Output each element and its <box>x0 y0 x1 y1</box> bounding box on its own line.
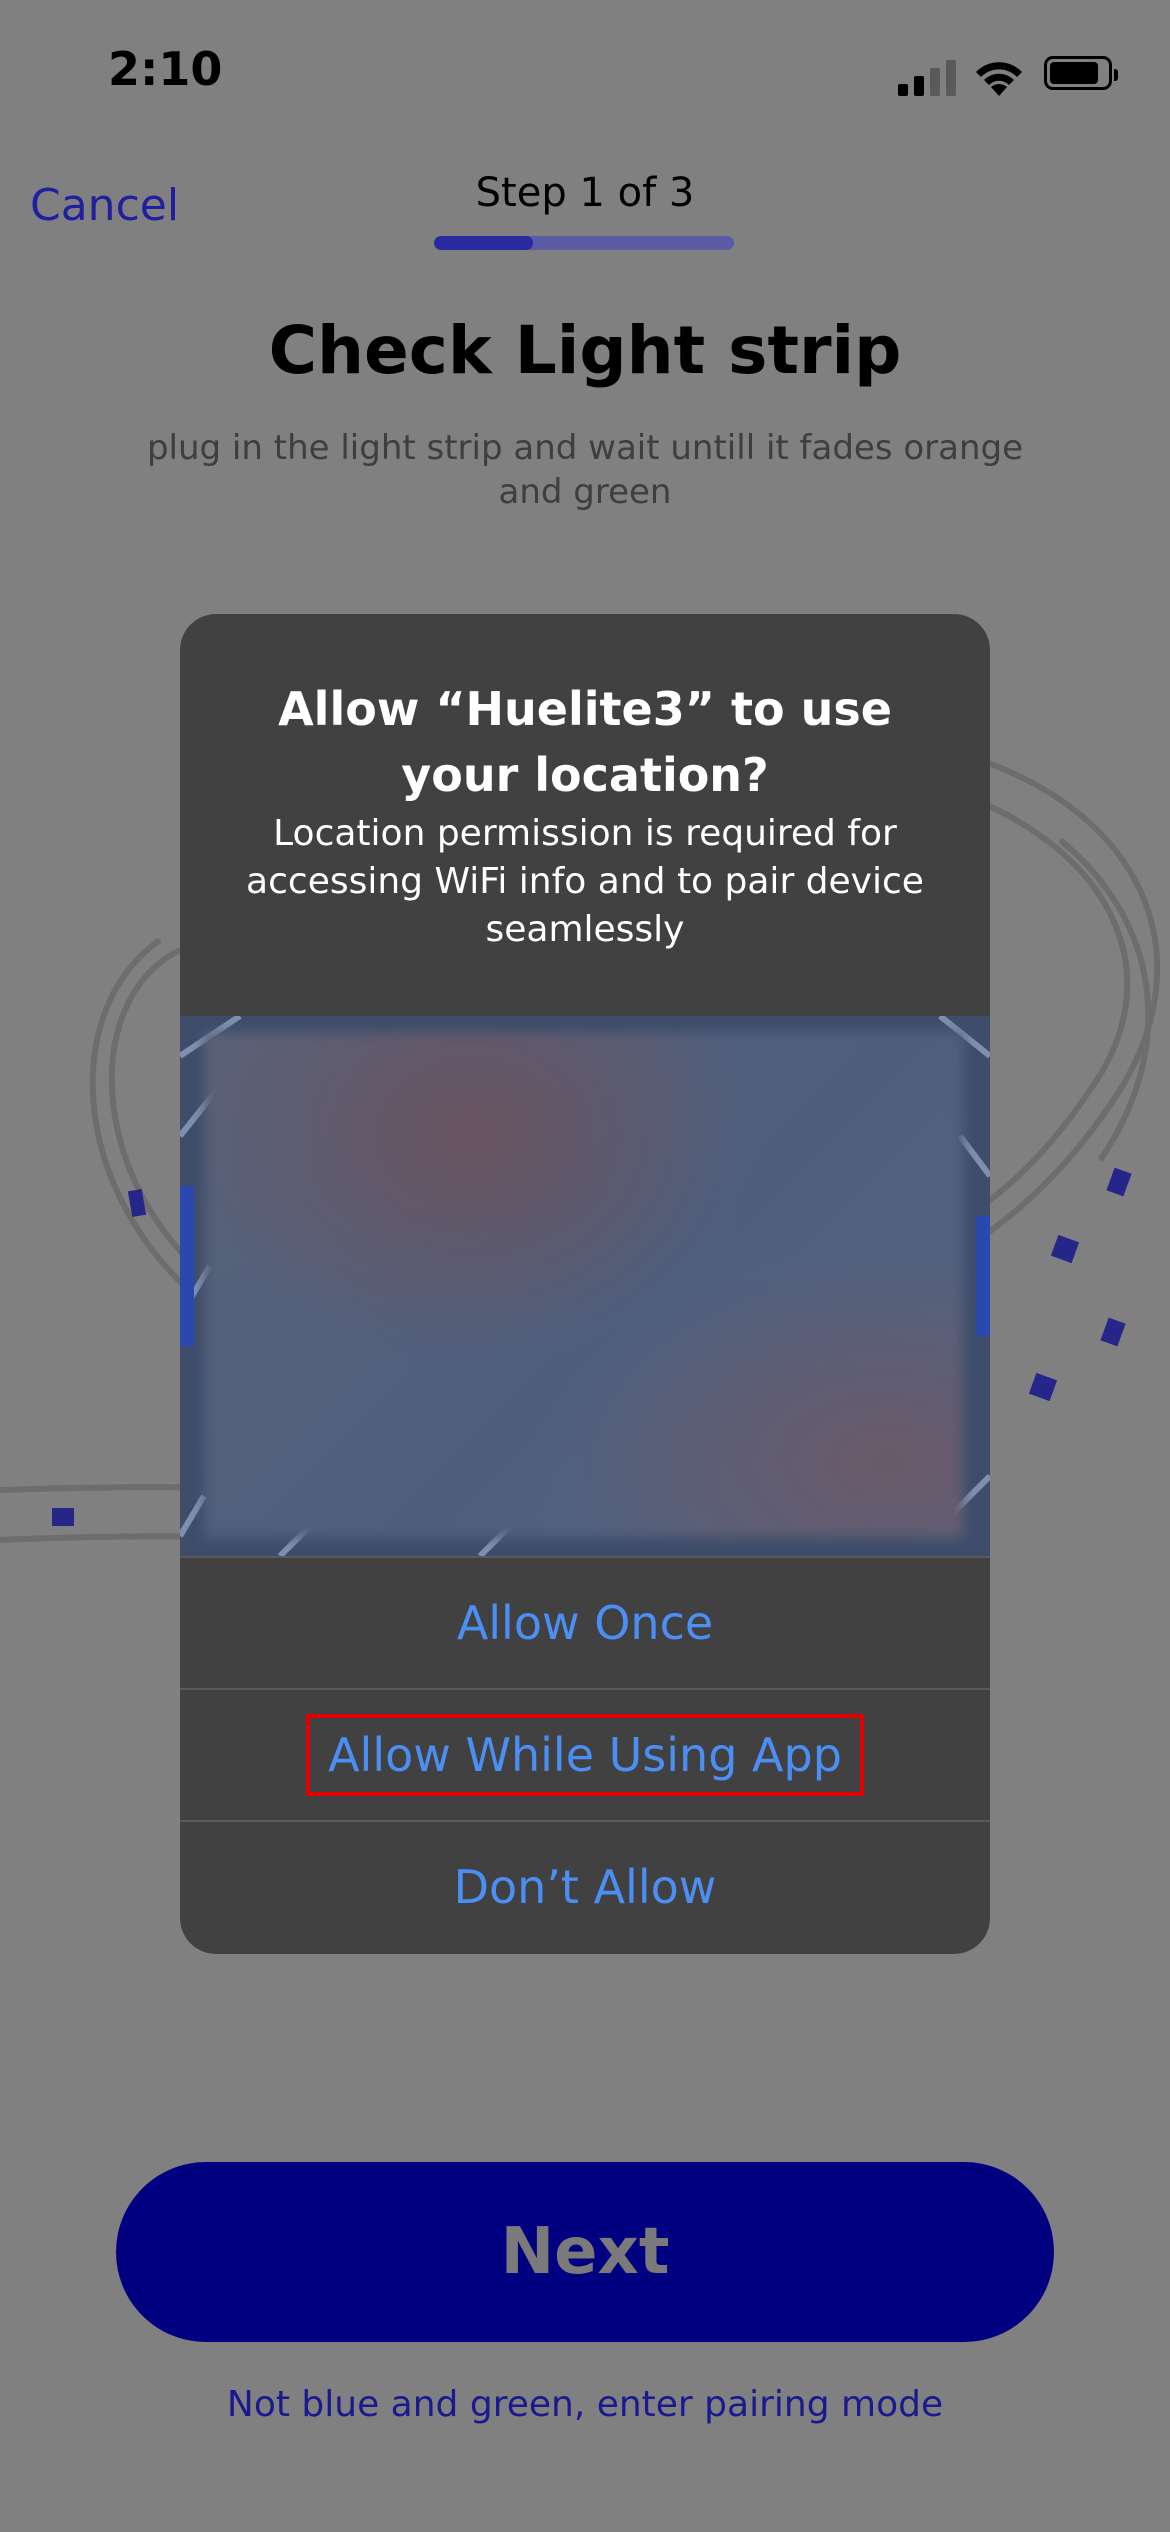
battery-icon <box>1044 56 1118 90</box>
status-bar: 2:10 <box>0 0 1170 140</box>
pairing-mode-link[interactable]: Not blue and green, enter pairing mode <box>0 2384 1170 2425</box>
alert-message: Location permission is required for acce… <box>246 813 924 950</box>
status-icons <box>898 52 1118 98</box>
dont-allow-label: Don’t Allow <box>453 1860 717 1914</box>
wifi-icon <box>976 62 1022 96</box>
alert-title: Allow “Huelite3” to use your location? <box>278 682 892 802</box>
page-title: Check Light strip <box>268 312 902 389</box>
alert-actions: Allow Once Allow While Using App Don’t A… <box>180 1556 990 1952</box>
next-button[interactable]: Next <box>116 2162 1054 2342</box>
dont-allow-button[interactable]: Don’t Allow <box>180 1820 990 1952</box>
step-progress-bar <box>434 236 734 250</box>
step-progress-fill <box>434 236 533 250</box>
page-subtitle: plug in the light strip and wait untill … <box>146 428 1024 512</box>
map-blur-region <box>204 1032 964 1538</box>
status-time: 2:10 <box>108 42 223 96</box>
pairing-screen: 2:10 Cancel Step 1 of 3 Check Light stri… <box>0 0 1170 2532</box>
cellular-signal-icon <box>898 60 958 96</box>
allow-once-label: Allow Once <box>456 1596 714 1650</box>
location-map-preview <box>180 1016 990 1556</box>
allow-while-using-app-label: Allow While Using App <box>306 1714 864 1796</box>
location-permission-alert: Allow “Huelite3” to use your location? L… <box>180 614 990 1954</box>
allow-while-using-app-button[interactable]: Allow While Using App <box>180 1688 990 1820</box>
step-indicator: Step 1 of 3 <box>475 170 695 216</box>
allow-once-button[interactable]: Allow Once <box>180 1556 990 1688</box>
